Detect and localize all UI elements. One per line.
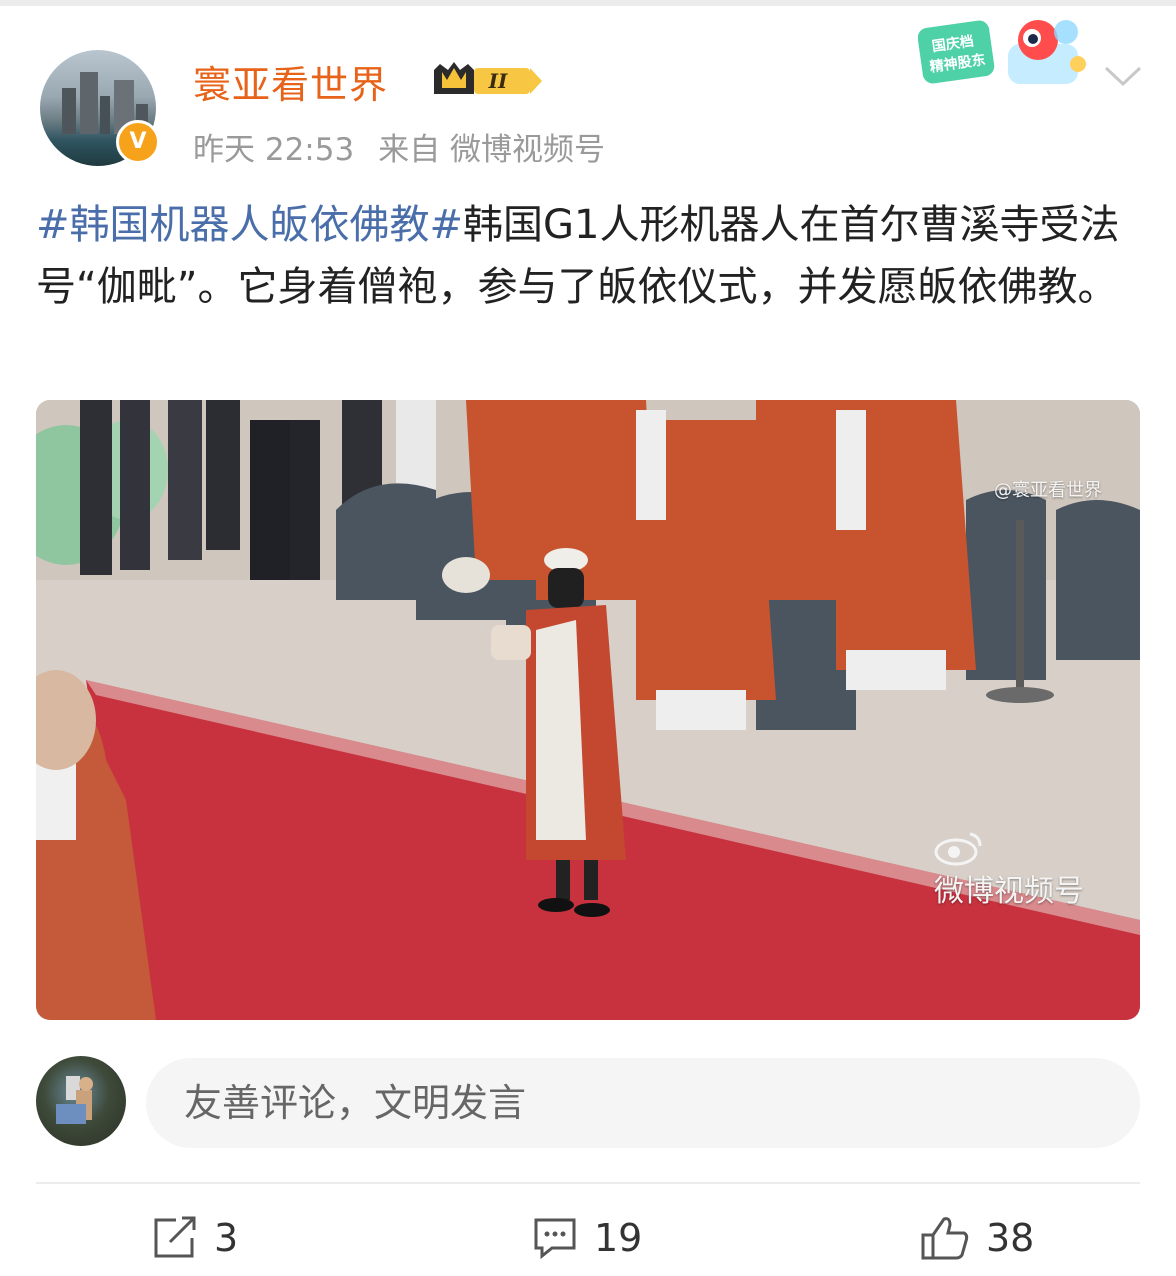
action-divider xyxy=(36,1182,1140,1184)
watermark-main: 微博视频号 xyxy=(934,874,1084,909)
like-count: 38 xyxy=(986,1216,1035,1260)
video-watermark: 微博视频号 xyxy=(934,830,1084,910)
weibo-eye-icon xyxy=(934,832,982,866)
post-body: #韩国机器人皈依佛教#韩国G1人形机器人在首尔曹溪寺受法号“伽毗”。它身着僧袍，… xyxy=(36,194,1136,318)
user-avatar[interactable] xyxy=(36,1056,126,1146)
share-icon xyxy=(154,1216,196,1258)
video-frame xyxy=(36,400,1140,1020)
comment-button[interactable]: 19 xyxy=(532,1212,642,1264)
post-source[interactable]: 来自 微博视频号 xyxy=(378,132,605,168)
post-time: 昨天 22:53 xyxy=(193,132,355,168)
event-badge[interactable]: 国庆档 精神股东 xyxy=(917,14,1094,94)
like-button[interactable]: 38 xyxy=(920,1212,1034,1264)
hashtag-link[interactable]: #韩国机器人皈依佛教# xyxy=(36,202,463,248)
comment-input[interactable]: 友善评论，文明发言 xyxy=(146,1058,1140,1148)
comment-icon xyxy=(534,1218,576,1260)
level-text: II xyxy=(488,69,508,93)
level-badge[interactable]: II xyxy=(430,60,546,104)
video-player[interactable]: 微博视频号 @寰亚看世界 xyxy=(36,400,1140,1020)
comment-count: 19 xyxy=(594,1216,643,1260)
author-name[interactable]: 寰亚看世界 xyxy=(193,54,388,109)
top-divider xyxy=(0,0,1176,6)
verified-badge: V xyxy=(116,120,160,164)
author-avatar[interactable]: V xyxy=(40,50,160,166)
share-button[interactable]: 3 xyxy=(152,1212,238,1264)
chevron-down-icon[interactable] xyxy=(1102,62,1144,96)
thumbs-up-icon xyxy=(921,1217,969,1260)
post-meta: 昨天 22:53 来自 微博视频号 xyxy=(193,124,629,169)
watermark-sub: @寰亚看世界 xyxy=(994,480,1102,501)
share-count: 3 xyxy=(214,1216,239,1260)
